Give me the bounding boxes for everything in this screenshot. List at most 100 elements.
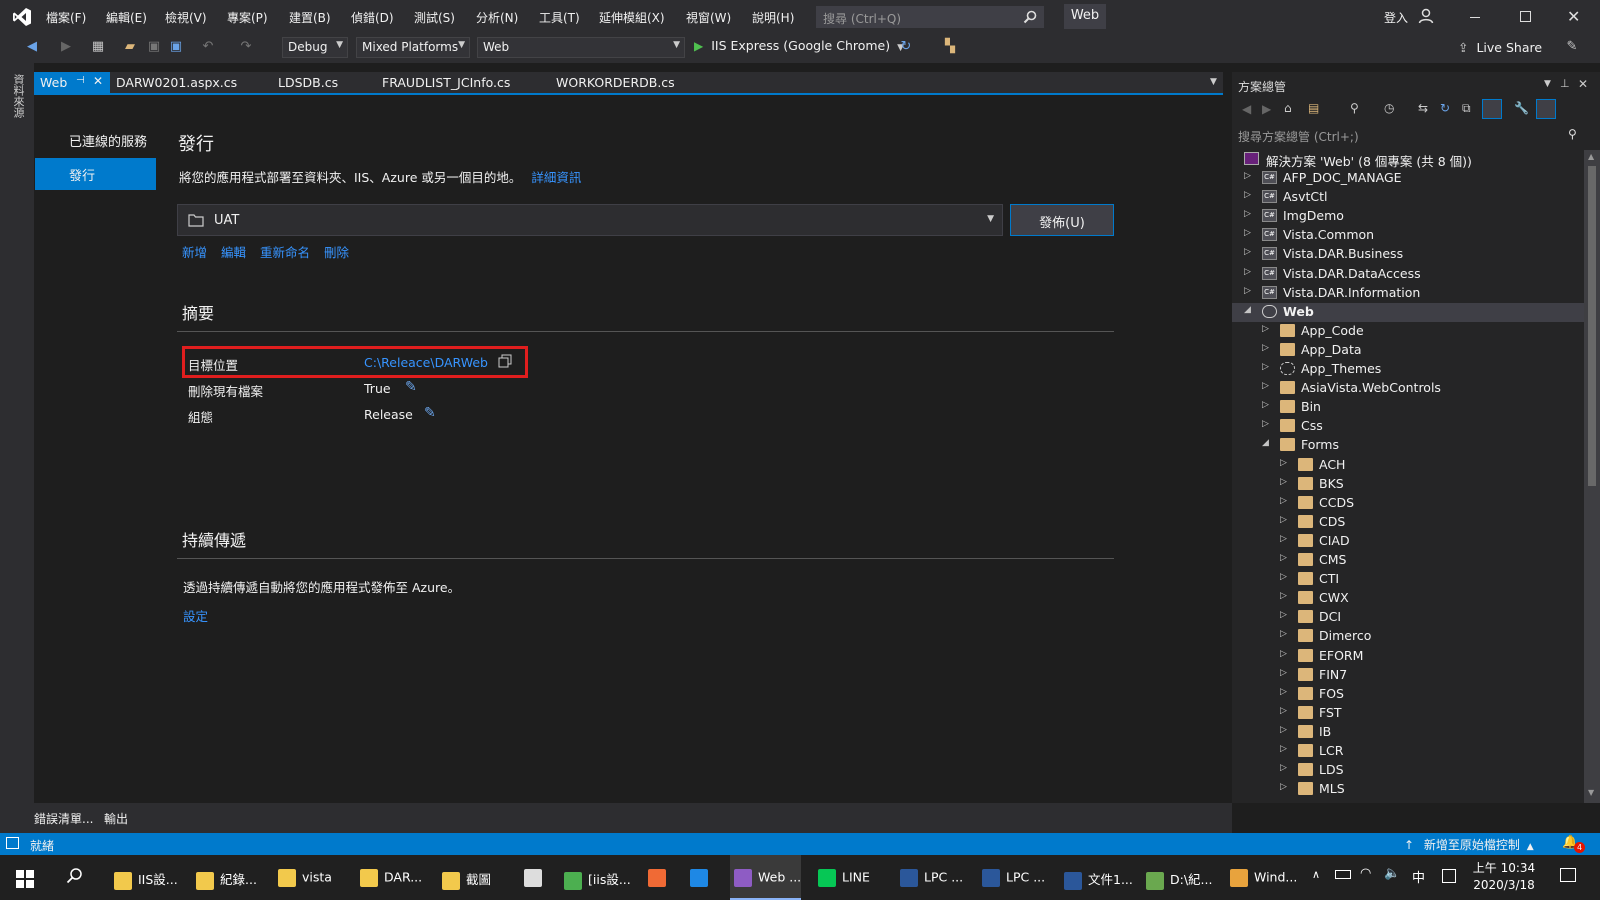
menu-build[interactable]: 建置(B) (289, 9, 331, 26)
tab-darw0201[interactable]: DARW0201.aspx.cs (110, 72, 243, 93)
taskbar-app[interactable]: LINE (814, 855, 870, 900)
copy-icon[interactable] (498, 354, 512, 368)
forward-icon[interactable]: ▶ (1262, 102, 1271, 116)
close-icon[interactable]: ✕ (93, 74, 103, 88)
volume-icon[interactable]: 🔈 (1384, 866, 1400, 881)
account-icon[interactable] (1418, 8, 1434, 24)
scroll-down-icon[interactable]: ▼ (1588, 788, 1594, 797)
tree-item[interactable]: ◢ Web (1232, 302, 1584, 322)
error-list-tab[interactable]: 錯誤清單... (34, 810, 93, 827)
collapsed-arrow-icon[interactable]: ▷ (1280, 458, 1287, 468)
tab-workorderdb[interactable]: WORKORDERDB.cs (550, 72, 681, 93)
tree-item[interactable]: ◢ Forms (1262, 436, 1584, 455)
tab-web[interactable]: Web ⊣ ✕ (34, 72, 110, 93)
minimize-icon[interactable] (1470, 17, 1480, 18)
new-profile-link[interactable]: 新增 (182, 245, 207, 260)
tree-item[interactable]: ▷ C# AsvtCtl (1244, 188, 1584, 207)
tree-item[interactable]: ▷ IB (1280, 723, 1584, 742)
collapsed-arrow-icon[interactable]: ▷ (1280, 610, 1287, 620)
taskbar-app[interactable]: LPC ... (978, 855, 1045, 900)
menu-extensions[interactable]: 延伸模組(X) (599, 9, 665, 26)
collapsed-arrow-icon[interactable]: ▷ (1280, 687, 1287, 697)
tree-item[interactable]: ▷ AsiaVista.WebControls (1262, 379, 1584, 398)
clock[interactable]: 上午 10:34 2020/3/18 (1468, 860, 1540, 894)
tree-item[interactable]: ▷ C# ImgDemo (1244, 207, 1584, 226)
tree-item[interactable]: ▷ Css (1262, 417, 1584, 436)
taskbar-app[interactable]: D:\紀... (1142, 855, 1212, 900)
save-all-icon[interactable]: ▣ (168, 39, 184, 55)
tree-item[interactable]: ▷ C# Vista.DAR.DataAccess (1244, 265, 1584, 284)
tray-chevron-icon[interactable]: ∧ (1312, 868, 1320, 881)
target-location-link[interactable]: C:\Releace\DARWeb (364, 355, 488, 370)
nav-publish[interactable]: 發行 (35, 158, 156, 190)
collapsed-arrow-icon[interactable]: ▷ (1280, 553, 1287, 563)
menu-debug[interactable]: 偵錯(D) (351, 9, 394, 26)
save-icon[interactable]: ▣ (146, 39, 162, 55)
battery-icon[interactable] (1335, 870, 1351, 879)
taskbar-app[interactable] (644, 855, 672, 900)
menu-test[interactable]: 測試(S) (414, 9, 455, 26)
collapsed-arrow-icon[interactable]: ▷ (1244, 171, 1251, 181)
sync-icon[interactable]: ⇆ (1418, 101, 1428, 115)
menu-project[interactable]: 專案(P) (227, 9, 268, 26)
run-button[interactable]: ▶ IIS Express (Google Chrome) ▼ (694, 38, 904, 58)
tree-item[interactable]: ▷ MLS (1280, 780, 1584, 799)
delete-profile-link[interactable]: 刪除 (324, 245, 349, 260)
tree-item[interactable]: ▷ CTI (1280, 570, 1584, 589)
collapsed-arrow-icon[interactable]: ▷ (1280, 534, 1287, 544)
switch-views-icon[interactable]: ▤ (1308, 101, 1319, 115)
tree-item[interactable]: ▷ C# Vista.DAR.Business (1244, 245, 1584, 264)
pending-changes-icon[interactable]: ⚲ (1350, 101, 1359, 115)
tree-item[interactable]: ▷ CMS (1280, 551, 1584, 570)
collapsed-arrow-icon[interactable]: ▷ (1280, 515, 1287, 525)
collapsed-arrow-icon[interactable]: ▷ (1244, 228, 1251, 238)
tree-item[interactable]: ▷ ACH (1280, 456, 1584, 475)
profile-select[interactable]: UAT ▼ (177, 204, 1003, 236)
collapsed-arrow-icon[interactable]: ▷ (1280, 572, 1287, 582)
solution-root[interactable]: 解決方案 'Web' (8 個專案 (共 8 個)) (1244, 150, 1584, 169)
menu-file[interactable]: 檔案(F) (46, 9, 86, 26)
taskbar-app[interactable]: 截圖 (438, 855, 491, 900)
edit-pencil-icon[interactable]: ✎ (405, 379, 417, 395)
data-sources-tab[interactable]: 資料來源 (10, 74, 25, 118)
tree-item[interactable]: ▷ FOS (1280, 685, 1584, 704)
collapsed-arrow-icon[interactable]: ▷ (1262, 343, 1269, 353)
publish-button[interactable]: 發佈(U) (1010, 204, 1114, 236)
platform-combo[interactable]: Mixed Platforms ▼ (356, 37, 470, 58)
windows-start-icon[interactable] (16, 870, 34, 888)
panel-menu-icon[interactable]: ▼ (1544, 79, 1551, 89)
open-icon[interactable]: ▰ (122, 39, 138, 55)
tree-item[interactable]: ▷ CIAD (1280, 532, 1584, 551)
taskbar-app[interactable] (686, 855, 714, 900)
scroll-thumb[interactable] (1588, 166, 1596, 486)
action-center-icon[interactable] (1560, 868, 1576, 882)
taskbar-app[interactable]: Wind... (1226, 855, 1297, 900)
tree-item[interactable]: ▷ Bin (1262, 398, 1584, 417)
edit-pencil-icon[interactable]: ✎ (424, 405, 436, 421)
tab-ldsdb[interactable]: LDSDB.cs (272, 72, 344, 93)
collapsed-arrow-icon[interactable]: ▷ (1244, 286, 1251, 296)
preview-icon[interactable] (1536, 99, 1556, 119)
tree-item[interactable]: ▷ CWX (1280, 589, 1584, 608)
taskbar-app[interactable]: [iis設... (560, 855, 631, 900)
collapsed-arrow-icon[interactable]: ▷ (1280, 763, 1287, 773)
source-control-button[interactable]: ↑ 新增至原始檔控制 ▲ (1404, 836, 1534, 853)
menu-tools[interactable]: 工具(T) (539, 9, 580, 26)
taskbar-app[interactable]: DAR... (356, 855, 422, 900)
config-combo[interactable]: Debug ▼ (282, 37, 348, 58)
refresh-icon[interactable]: ↻ (1440, 101, 1450, 115)
taskbar-app[interactable]: LPC ... (896, 855, 963, 900)
nav-connected-services[interactable]: 已連線的服務 (69, 131, 147, 150)
collapsed-arrow-icon[interactable]: ▷ (1280, 668, 1287, 678)
menu-edit[interactable]: 編輯(E) (106, 9, 147, 26)
forward-icon[interactable]: ▶ (58, 39, 74, 55)
redo-icon[interactable]: ↷ (238, 39, 254, 55)
collapsed-arrow-icon[interactable]: ▷ (1280, 744, 1287, 754)
collapsed-arrow-icon[interactable]: ▷ (1244, 190, 1251, 200)
solution-search-input[interactable]: 搜尋方案總管 (Ctrl+;) ⚲ (1232, 126, 1600, 146)
tree-item[interactable]: ▷ App_Themes (1262, 360, 1584, 379)
back-icon[interactable]: ◀ (1242, 102, 1251, 116)
ime-mode-icon[interactable] (1442, 869, 1456, 883)
pin-icon[interactable]: ⊣ (76, 75, 85, 86)
tree-item[interactable]: ▷ CDS (1280, 513, 1584, 532)
